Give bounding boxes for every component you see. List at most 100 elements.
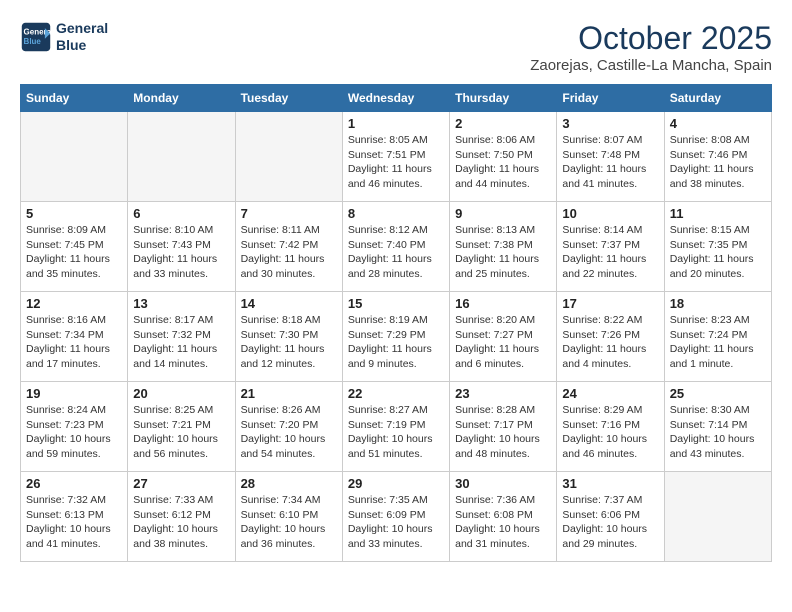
day-number: 10 bbox=[562, 206, 658, 221]
logo-icon: General Blue bbox=[20, 21, 52, 53]
day-number: 4 bbox=[670, 116, 766, 131]
calendar-cell: 24Sunrise: 8:29 AMSunset: 7:16 PMDayligh… bbox=[557, 382, 664, 472]
day-info: Sunrise: 8:06 AMSunset: 7:50 PMDaylight:… bbox=[455, 133, 551, 192]
day-info: Sunrise: 8:25 AMSunset: 7:21 PMDaylight:… bbox=[133, 403, 229, 462]
day-number: 25 bbox=[670, 386, 766, 401]
day-info: Sunrise: 8:10 AMSunset: 7:43 PMDaylight:… bbox=[133, 223, 229, 282]
calendar-cell: 18Sunrise: 8:23 AMSunset: 7:24 PMDayligh… bbox=[664, 292, 771, 382]
calendar-cell: 16 Sunrise: 8:20 AMSunset: 7:27 PMDayligh… bbox=[450, 292, 557, 382]
calendar-cell: 6 Sunrise: 8:10 AMSunset: 7:43 PMDaylight… bbox=[128, 202, 235, 292]
day-info: Sunrise: 7:35 AMSunset: 6:09 PMDaylight:… bbox=[348, 493, 444, 552]
day-info: Sunrise: 8:30 AMSunset: 7:14 PMDaylight:… bbox=[670, 403, 766, 462]
day-number: 31 bbox=[562, 476, 658, 491]
page-header: General Blue GeneralBlue October 2025 Za… bbox=[20, 20, 772, 74]
day-number: 16 bbox=[455, 296, 551, 311]
calendar-cell: 7 Sunrise: 8:11 AMSunset: 7:42 PMDaylight… bbox=[235, 202, 342, 292]
calendar-cell: 4 Sunrise: 8:08 AMSunset: 7:46 PMDaylight… bbox=[664, 112, 771, 202]
calendar-cell: 12Sunrise: 8:16 AMSunset: 7:34 PMDayligh… bbox=[21, 292, 128, 382]
svg-text:Blue: Blue bbox=[24, 37, 42, 46]
calendar-week-row: 19 Sunrise: 8:24 AMSunset: 7:23 PMDayligh… bbox=[21, 382, 772, 472]
day-info: Sunrise: 8:20 AMSunset: 7:27 PMDaylight:… bbox=[455, 313, 551, 372]
day-info: Sunrise: 8:09 AMSunset: 7:45 PMDaylight:… bbox=[26, 223, 122, 282]
day-number: 3 bbox=[562, 116, 658, 131]
day-number: 6 bbox=[133, 206, 229, 221]
day-info: Sunrise: 7:36 AMSunset: 6:08 PMDaylight:… bbox=[455, 493, 551, 552]
location-subtitle: Zaorejas, Castille-La Mancha, Spain bbox=[530, 57, 772, 74]
day-number: 20 bbox=[133, 386, 229, 401]
day-info: Sunrise: 8:07 AMSunset: 7:48 PMDaylight:… bbox=[562, 133, 658, 192]
day-number: 19 bbox=[26, 386, 122, 401]
day-number: 29 bbox=[348, 476, 444, 491]
day-info: Sunrise: 7:34 AMSunset: 6:10 PMDaylight:… bbox=[241, 493, 337, 552]
logo-text: GeneralBlue bbox=[56, 20, 108, 54]
weekday-header: Saturday bbox=[664, 85, 771, 112]
day-number: 17 bbox=[562, 296, 658, 311]
calendar-cell bbox=[128, 112, 235, 202]
day-number: 11 bbox=[670, 206, 766, 221]
day-info: Sunrise: 8:11 AMSunset: 7:42 PMDaylight:… bbox=[241, 223, 337, 282]
day-info: Sunrise: 8:28 AMSunset: 7:17 PMDaylight:… bbox=[455, 403, 551, 462]
day-info: Sunrise: 7:33 AMSunset: 6:12 PMDaylight:… bbox=[133, 493, 229, 552]
calendar-cell: 10 Sunrise: 8:14 AMSunset: 7:37 PMDayligh… bbox=[557, 202, 664, 292]
day-number: 15 bbox=[348, 296, 444, 311]
day-number: 26 bbox=[26, 476, 122, 491]
day-number: 30 bbox=[455, 476, 551, 491]
calendar-cell: 25 Sunrise: 8:30 AMSunset: 7:14 PMDayligh… bbox=[664, 382, 771, 472]
calendar-cell: 3 Sunrise: 8:07 AMSunset: 7:48 PMDaylight… bbox=[557, 112, 664, 202]
day-info: Sunrise: 8:16 AMSunset: 7:34 PMDaylight:… bbox=[26, 313, 122, 372]
title-block: October 2025 Zaorejas, Castille-La Manch… bbox=[530, 20, 772, 74]
calendar-week-row: 12Sunrise: 8:16 AMSunset: 7:34 PMDayligh… bbox=[21, 292, 772, 382]
day-info: Sunrise: 8:08 AMSunset: 7:46 PMDaylight:… bbox=[670, 133, 766, 192]
month-title: October 2025 bbox=[530, 20, 772, 57]
calendar-week-row: 26Sunrise: 7:32 AMSunset: 6:13 PMDayligh… bbox=[21, 472, 772, 562]
day-info: Sunrise: 8:27 AMSunset: 7:19 PMDaylight:… bbox=[348, 403, 444, 462]
day-number: 9 bbox=[455, 206, 551, 221]
calendar-cell: 15Sunrise: 8:19 AMSunset: 7:29 PMDayligh… bbox=[342, 292, 449, 382]
day-number: 1 bbox=[348, 116, 444, 131]
calendar-cell: 9 Sunrise: 8:13 AMSunset: 7:38 PMDaylight… bbox=[450, 202, 557, 292]
day-info: Sunrise: 8:15 AMSunset: 7:35 PMDaylight:… bbox=[670, 223, 766, 282]
day-number: 22 bbox=[348, 386, 444, 401]
day-info: Sunrise: 8:23 AMSunset: 7:24 PMDaylight:… bbox=[670, 313, 766, 372]
calendar-week-row: 5Sunrise: 8:09 AMSunset: 7:45 PMDaylight… bbox=[21, 202, 772, 292]
calendar-cell: 8 Sunrise: 8:12 AMSunset: 7:40 PMDaylight… bbox=[342, 202, 449, 292]
weekday-header: Monday bbox=[128, 85, 235, 112]
day-number: 13 bbox=[133, 296, 229, 311]
calendar-cell: 20 Sunrise: 8:25 AMSunset: 7:21 PMDayligh… bbox=[128, 382, 235, 472]
calendar-cell: 5Sunrise: 8:09 AMSunset: 7:45 PMDaylight… bbox=[21, 202, 128, 292]
day-info: Sunrise: 8:14 AMSunset: 7:37 PMDaylight:… bbox=[562, 223, 658, 282]
day-number: 21 bbox=[241, 386, 337, 401]
day-info: Sunrise: 8:12 AMSunset: 7:40 PMDaylight:… bbox=[348, 223, 444, 282]
day-info: Sunrise: 7:37 AMSunset: 6:06 PMDaylight:… bbox=[562, 493, 658, 552]
weekday-header-row: SundayMondayTuesdayWednesdayThursdayFrid… bbox=[21, 85, 772, 112]
calendar-cell: 23Sunrise: 8:28 AMSunset: 7:17 PMDayligh… bbox=[450, 382, 557, 472]
day-info: Sunrise: 8:13 AMSunset: 7:38 PMDaylight:… bbox=[455, 223, 551, 282]
calendar-cell: 22 Sunrise: 8:27 AMSunset: 7:19 PMDayligh… bbox=[342, 382, 449, 472]
calendar-cell bbox=[235, 112, 342, 202]
day-number: 28 bbox=[241, 476, 337, 491]
calendar-cell: 1 Sunrise: 8:05 AMSunset: 7:51 PMDaylight… bbox=[342, 112, 449, 202]
day-number: 2 bbox=[455, 116, 551, 131]
logo: General Blue GeneralBlue bbox=[20, 20, 108, 54]
day-info: Sunrise: 8:24 AMSunset: 7:23 PMDaylight:… bbox=[26, 403, 122, 462]
calendar-cell: 11 Sunrise: 8:15 AMSunset: 7:35 PMDayligh… bbox=[664, 202, 771, 292]
calendar-week-row: 1 Sunrise: 8:05 AMSunset: 7:51 PMDaylight… bbox=[21, 112, 772, 202]
day-number: 7 bbox=[241, 206, 337, 221]
calendar-cell: 19 Sunrise: 8:24 AMSunset: 7:23 PMDayligh… bbox=[21, 382, 128, 472]
day-info: Sunrise: 8:26 AMSunset: 7:20 PMDaylight:… bbox=[241, 403, 337, 462]
day-number: 24 bbox=[562, 386, 658, 401]
weekday-header: Thursday bbox=[450, 85, 557, 112]
calendar-cell: 13 Sunrise: 8:17 AMSunset: 7:32 PMDayligh… bbox=[128, 292, 235, 382]
calendar-cell: 2 Sunrise: 8:06 AMSunset: 7:50 PMDaylight… bbox=[450, 112, 557, 202]
weekday-header: Wednesday bbox=[342, 85, 449, 112]
day-info: Sunrise: 8:17 AMSunset: 7:32 PMDaylight:… bbox=[133, 313, 229, 372]
day-number: 8 bbox=[348, 206, 444, 221]
day-info: Sunrise: 8:05 AMSunset: 7:51 PMDaylight:… bbox=[348, 133, 444, 192]
day-number: 14 bbox=[241, 296, 337, 311]
day-info: Sunrise: 8:22 AMSunset: 7:26 PMDaylight:… bbox=[562, 313, 658, 372]
calendar-table: SundayMondayTuesdayWednesdayThursdayFrid… bbox=[20, 84, 772, 562]
calendar-cell: 26Sunrise: 7:32 AMSunset: 6:13 PMDayligh… bbox=[21, 472, 128, 562]
weekday-header: Friday bbox=[557, 85, 664, 112]
day-info: Sunrise: 8:18 AMSunset: 7:30 PMDaylight:… bbox=[241, 313, 337, 372]
calendar-cell: 28 Sunrise: 7:34 AMSunset: 6:10 PMDayligh… bbox=[235, 472, 342, 562]
